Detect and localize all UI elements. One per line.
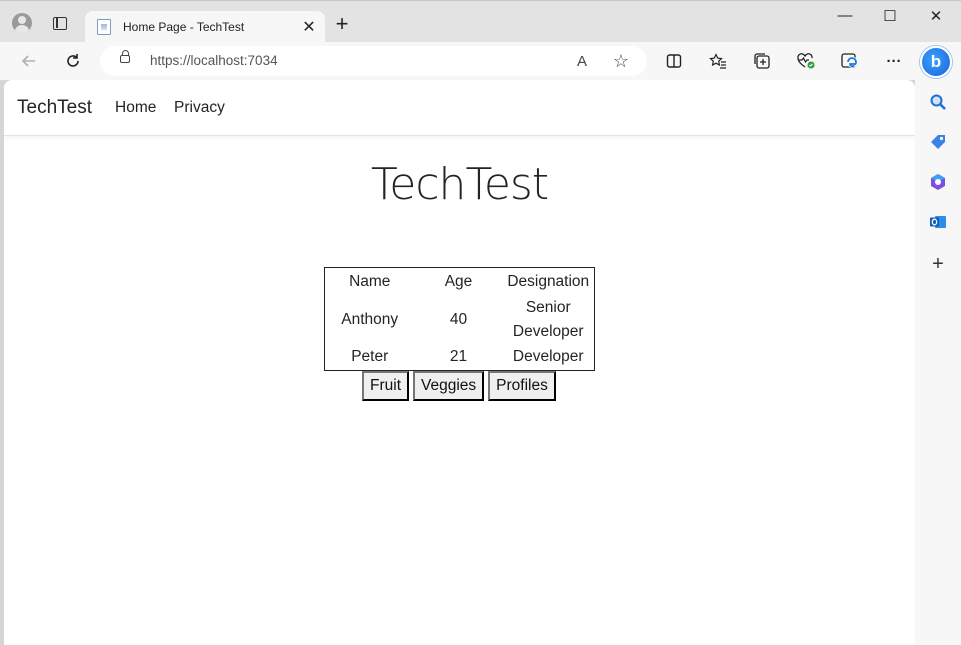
address-bar[interactable]: https://localhost:7034 A ☆ [100,46,647,76]
cell-name: Anthony [341,310,399,328]
page-viewport: TechTest Home Privacy TechTest Name Age … [4,80,915,645]
profiles-button[interactable]: Profiles [488,371,556,401]
table-header-row: Name Age Designation [325,268,595,295]
back-arrow-icon [21,55,35,67]
favorites-list-icon[interactable] [708,51,728,71]
minimize-button[interactable]: — [822,7,868,29]
collections-icon[interactable] [752,51,772,71]
header-designation: Designation [507,273,590,291]
more-icon[interactable]: ··· [884,51,904,71]
refresh-icon [67,54,79,67]
people-table: Name Age Designation Anthony 40 Senior D… [324,267,595,371]
tab-title: Home Page - TechTest [123,20,245,34]
table-row: Peter 21 Developer [325,345,595,371]
designation-line: Developer [512,322,584,340]
split-screen-icon[interactable] [664,51,684,71]
cell-designation: Senior Developer [503,295,595,345]
profile-icon [12,13,32,33]
nav-link-home[interactable]: Home [115,99,156,117]
site-brand[interactable]: TechTest [17,97,92,119]
title-bar: Home Page - TechTest ✕ + — ☐ ✕ [0,0,961,43]
lock-icon [120,50,130,63]
add-icon[interactable]: + [928,252,948,275]
browser-essentials-icon[interactable] [796,51,816,71]
browser-toolbar: https://localhost:7034 A ☆ ··· b [0,42,961,80]
maximize-button[interactable]: ☐ [867,7,913,29]
site-navbar: TechTest Home Privacy [4,80,915,136]
table-row: Anthony 40 Senior Developer [325,295,595,345]
read-aloud-icon[interactable]: A [572,51,592,71]
star-icon[interactable]: ☆ [611,51,631,71]
add-glyph: + [932,252,944,275]
cell-age: 21 [449,347,468,365]
tab-actions-button[interactable] [46,9,74,37]
profile-button[interactable] [8,9,36,37]
designation-line: Senior [525,298,571,316]
veggies-button[interactable]: Veggies [413,371,485,401]
bing-glyph: b [930,52,942,71]
close-window-button[interactable]: ✕ [913,7,959,29]
tab-close-button[interactable]: ✕ [297,17,321,37]
cell-designation: Developer [512,347,584,365]
outlook-icon[interactable] [928,212,948,232]
button-row: Fruit Veggies Profiles [362,371,556,401]
more-glyph: ··· [886,52,902,70]
url-text: https://localhost:7034 [150,53,278,68]
edge-icon[interactable] [840,51,860,71]
search-icon[interactable] [928,92,948,112]
nav-link-privacy[interactable]: Privacy [174,99,225,117]
back-button[interactable] [18,50,40,72]
tab-actions-icon [53,16,67,30]
star-glyph: ☆ [612,50,630,71]
bing-icon[interactable]: b [920,46,952,78]
page-title: TechTest [370,159,549,210]
new-tab-button[interactable]: + [330,13,354,37]
refresh-button[interactable] [62,50,84,72]
favicon-icon [97,19,111,35]
fruit-button[interactable]: Fruit [362,371,409,401]
office-icon[interactable] [928,172,948,192]
browser-tab[interactable]: Home Page - TechTest ✕ [85,11,325,43]
read-aloud-glyph: A [576,52,587,70]
tag-icon[interactable] [928,132,948,152]
cell-name: Peter [351,347,389,365]
header-age: Age [444,273,473,291]
cell-age: 40 [449,310,468,328]
header-name: Name [349,273,391,291]
edge-sidebar: + [915,80,961,645]
